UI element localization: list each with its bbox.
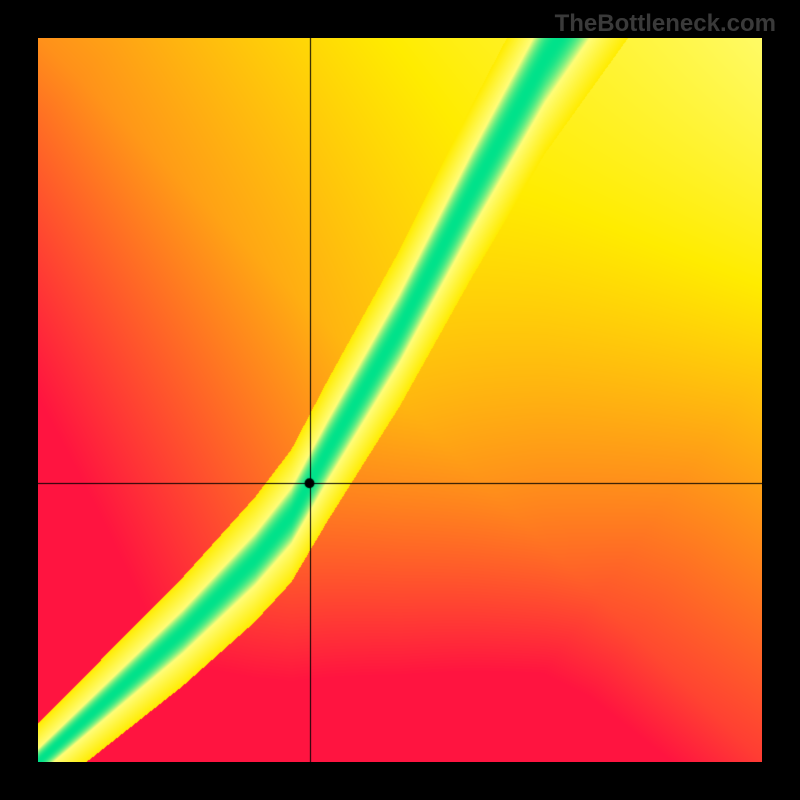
chart-frame: TheBottleneck.com — [0, 0, 800, 800]
watermark-text: TheBottleneck.com — [555, 10, 776, 38]
heatmap-plot — [38, 38, 762, 762]
heatmap-canvas — [38, 38, 762, 762]
